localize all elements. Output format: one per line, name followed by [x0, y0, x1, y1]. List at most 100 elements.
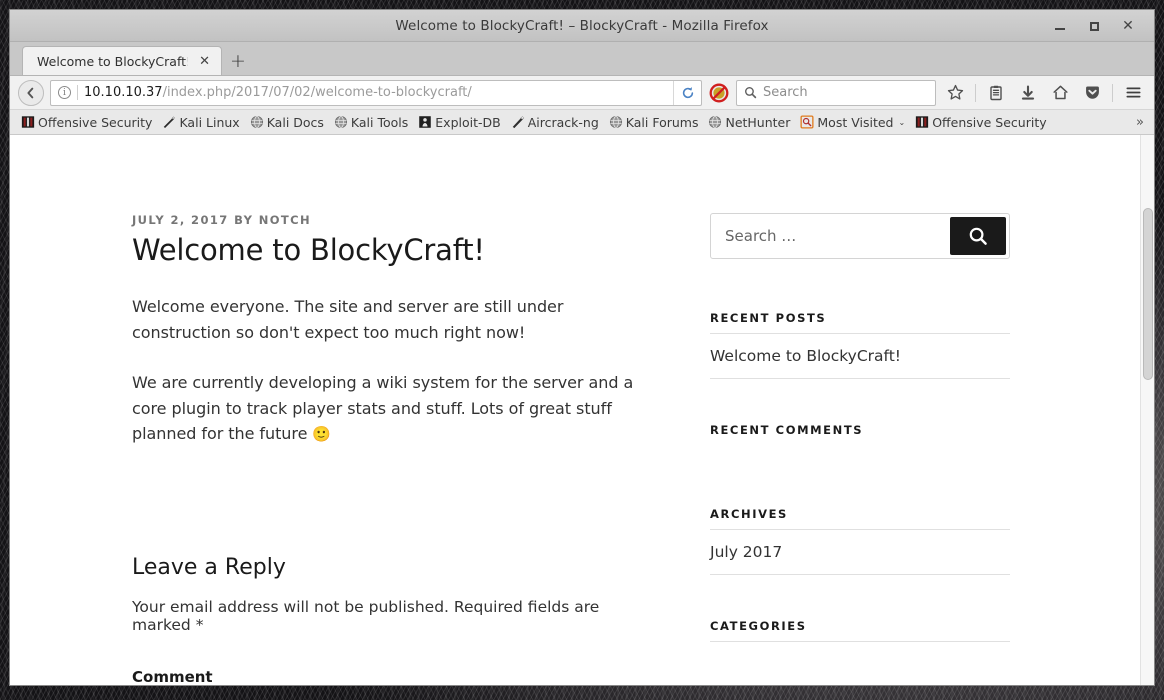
download-arrow-icon[interactable] [1015, 80, 1041, 106]
widget-title: ARCHIVES [710, 507, 1010, 521]
search-input[interactable] [711, 214, 950, 258]
tab-close-icon[interactable]: ✕ [196, 54, 213, 69]
pocket-icon[interactable] [1079, 80, 1105, 106]
search-icon [744, 86, 757, 99]
url-path: /index.php/2017/07/02/welcome-to-blockyc… [163, 85, 472, 100]
noscript-icon[interactable] [708, 82, 730, 104]
widget-title: CATEGORIES [710, 619, 1010, 633]
library-icon[interactable] [983, 80, 1009, 106]
bookmark-offensive-security[interactable]: Offensive Security [16, 112, 157, 133]
offensive-security-icon [915, 115, 929, 129]
home-icon[interactable] [1047, 80, 1073, 106]
bookmark-nethunter[interactable]: NetHunter [703, 112, 795, 133]
list-item[interactable]: July 2017 [710, 529, 1010, 575]
hamburger-menu-icon[interactable] [1120, 80, 1146, 106]
tab-strip: Welcome to BlockyCraft! ... ✕ + [10, 42, 1154, 76]
widget-list: Welcome to BlockyCraft! [710, 333, 1010, 379]
site-info-icon[interactable]: i [58, 86, 71, 99]
bookmark-label: NetHunter [725, 115, 790, 130]
bookmark-label: Aircrack-ng [528, 115, 599, 130]
leave-a-reply-title: Leave a Reply [132, 555, 650, 580]
bookmark-label: Exploit-DB [435, 115, 500, 130]
maximize-button[interactable] [1086, 18, 1102, 34]
comment-form-note: Your email address will not be published… [132, 598, 650, 634]
globe-icon [250, 115, 264, 129]
bookmark-label: Kali Linux [179, 115, 239, 130]
firefox-window: Welcome to BlockyCraft! – BlockyCraft - … [10, 10, 1154, 685]
widget-divider [710, 641, 1010, 642]
page-viewport: JULY 2, 2017 BY NOTCH Welcome to BlockyC… [10, 135, 1154, 685]
url-separator [77, 85, 78, 100]
widget-title: RECENT COMMENTS [710, 423, 1010, 437]
bookmark-exploit-db[interactable]: Exploit-DB [413, 112, 505, 133]
window-titlebar: Welcome to BlockyCraft! – BlockyCraft - … [10, 10, 1154, 42]
list-item[interactable]: Welcome to BlockyCraft! [710, 333, 1010, 379]
kali-dragon-icon [162, 115, 176, 129]
bookmark-label: Offensive Security [932, 115, 1046, 130]
url-host: 10.10.10.37 [84, 85, 163, 100]
page-content: JULY 2, 2017 BY NOTCH Welcome to BlockyC… [10, 135, 1140, 685]
bookmark-most-visited[interactable]: Most Visited ⌄ [795, 112, 910, 133]
url-bar[interactable]: i 10.10.10.37/index.php/2017/07/02/welco… [50, 80, 702, 106]
bookmarks-bar: Offensive Security Kali Linux Kali Docs [10, 110, 1154, 135]
page-scrollbar[interactable] [1140, 135, 1154, 685]
sidebar-search-form [710, 213, 1010, 259]
bookmark-star-icon[interactable] [942, 80, 968, 106]
bookmark-label: Offensive Security [38, 115, 152, 130]
search-bar[interactable]: Search [736, 80, 936, 106]
widget-archives: ARCHIVES July 2017 [710, 507, 1010, 575]
wordpress-layout: JULY 2, 2017 BY NOTCH Welcome to BlockyC… [10, 135, 1140, 685]
widget-recent-posts: RECENT POSTS Welcome to BlockyCraft! [710, 311, 1010, 379]
bookmark-kali-tools[interactable]: Kali Tools [329, 112, 413, 133]
back-button[interactable] [18, 80, 44, 106]
browser-tab[interactable]: Welcome to BlockyCraft! ... ✕ [22, 46, 222, 75]
most-visited-icon [800, 115, 814, 129]
widget-categories: CATEGORIES [710, 619, 1010, 642]
globe-icon [334, 115, 348, 129]
search-placeholder-text: Search [763, 85, 808, 100]
article-column: JULY 2, 2017 BY NOTCH Welcome to BlockyC… [10, 135, 710, 685]
window-controls: ✕ [1052, 10, 1146, 42]
widget-empty-area [710, 445, 1010, 463]
exploit-db-icon [418, 115, 432, 129]
bookmark-kali-linux[interactable]: Kali Linux [157, 112, 244, 133]
reload-icon [681, 86, 695, 100]
sidebar-column: RECENT POSTS Welcome to BlockyCraft! REC… [710, 135, 1050, 685]
reload-button[interactable] [673, 81, 701, 105]
tab-title: Welcome to BlockyCraft! ... [37, 54, 188, 69]
bookmark-kali-docs[interactable]: Kali Docs [245, 112, 329, 133]
globe-icon [708, 115, 722, 129]
comment-field-label: Comment [132, 668, 650, 685]
offensive-security-icon [21, 115, 35, 129]
bookmark-aircrack-ng[interactable]: Aircrack-ng [506, 112, 604, 133]
back-arrow-icon [24, 86, 38, 100]
toolbar-separator [975, 84, 976, 102]
toolbar-separator-2 [1112, 84, 1113, 102]
bookmark-label: Kali Forums [626, 115, 699, 130]
desktop-background: Welcome to BlockyCraft! – BlockyCraft - … [0, 0, 1164, 700]
minimize-button[interactable] [1052, 18, 1068, 34]
window-title: Welcome to BlockyCraft! – BlockyCraft - … [10, 18, 1154, 34]
close-icon: ✕ [1120, 18, 1136, 34]
aircrack-icon [511, 115, 525, 129]
url-text: 10.10.10.37/index.php/2017/07/02/welcome… [84, 85, 667, 100]
list-item-link: Welcome to BlockyCraft! [710, 347, 901, 365]
search-submit-button[interactable] [950, 217, 1006, 255]
smiley-emoji-icon: 🙂 [312, 425, 331, 443]
close-button[interactable]: ✕ [1120, 18, 1136, 34]
search-icon [967, 225, 989, 247]
bookmark-label: Kali Docs [267, 115, 324, 130]
chevron-down-icon: ⌄ [898, 118, 905, 127]
navigation-toolbar: i 10.10.10.37/index.php/2017/07/02/welco… [10, 76, 1154, 110]
bookmark-offensive-security-2[interactable]: Offensive Security [910, 112, 1051, 133]
bookmark-label: Kali Tools [351, 115, 408, 130]
post-paragraph-2: We are currently developing a wiki syste… [132, 370, 650, 448]
scrollbar-thumb[interactable] [1143, 208, 1153, 380]
bookmark-label: Most Visited [817, 115, 893, 130]
post-paragraph-2-text: We are currently developing a wiki syste… [132, 373, 633, 444]
post-title: Welcome to BlockyCraft! [132, 233, 650, 268]
new-tab-button[interactable]: + [222, 46, 254, 75]
widget-list: July 2017 [710, 529, 1010, 575]
bookmark-kali-forums[interactable]: Kali Forums [604, 112, 704, 133]
bookmarks-overflow-button[interactable]: » [1130, 115, 1150, 130]
